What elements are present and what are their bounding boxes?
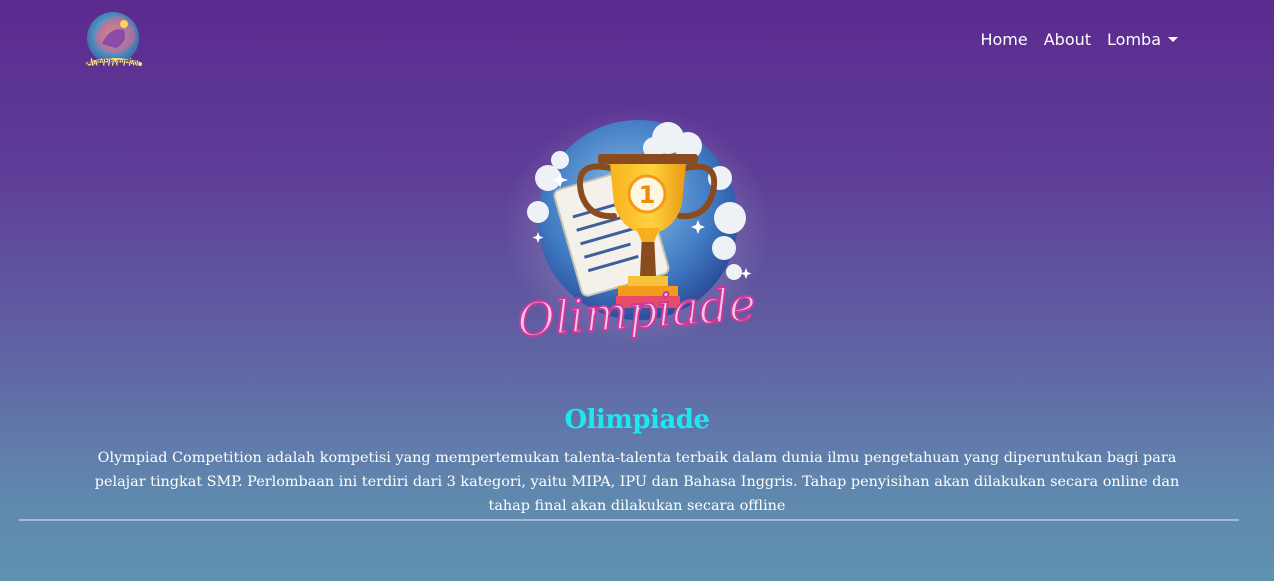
olimpiade-hero-image: 1 Olimpiade xyxy=(498,108,776,358)
section-divider xyxy=(19,519,1239,521)
nav-home-label: Home xyxy=(980,30,1028,49)
nav-about-link[interactable]: About xyxy=(1036,28,1099,51)
brand-logo-image: Aetheria xyxy=(85,12,142,69)
brand-logo[interactable]: Aetheria xyxy=(80,8,146,72)
competition-description: Olympiad Competition adalah kompetisi ya… xyxy=(94,450,1180,515)
chevron-down-icon xyxy=(1168,37,1178,42)
trophy-rank-number: 1 xyxy=(639,181,656,209)
page-title: Olimpiade xyxy=(564,405,710,436)
nav-about-label: About xyxy=(1043,30,1092,49)
navbar: Aetheria Home About Lomba xyxy=(0,0,1274,80)
trophy-illustration: 1 Olimpiade xyxy=(502,108,772,348)
nav-home-link[interactable]: Home xyxy=(972,28,1035,51)
logo-lettering: Aetheria xyxy=(86,56,140,69)
nav-menu: Home About Lomba xyxy=(972,28,1186,51)
nav-lomba-label: Lomba xyxy=(1107,30,1161,49)
nav-lomba-dropdown[interactable]: Lomba xyxy=(1099,28,1186,51)
